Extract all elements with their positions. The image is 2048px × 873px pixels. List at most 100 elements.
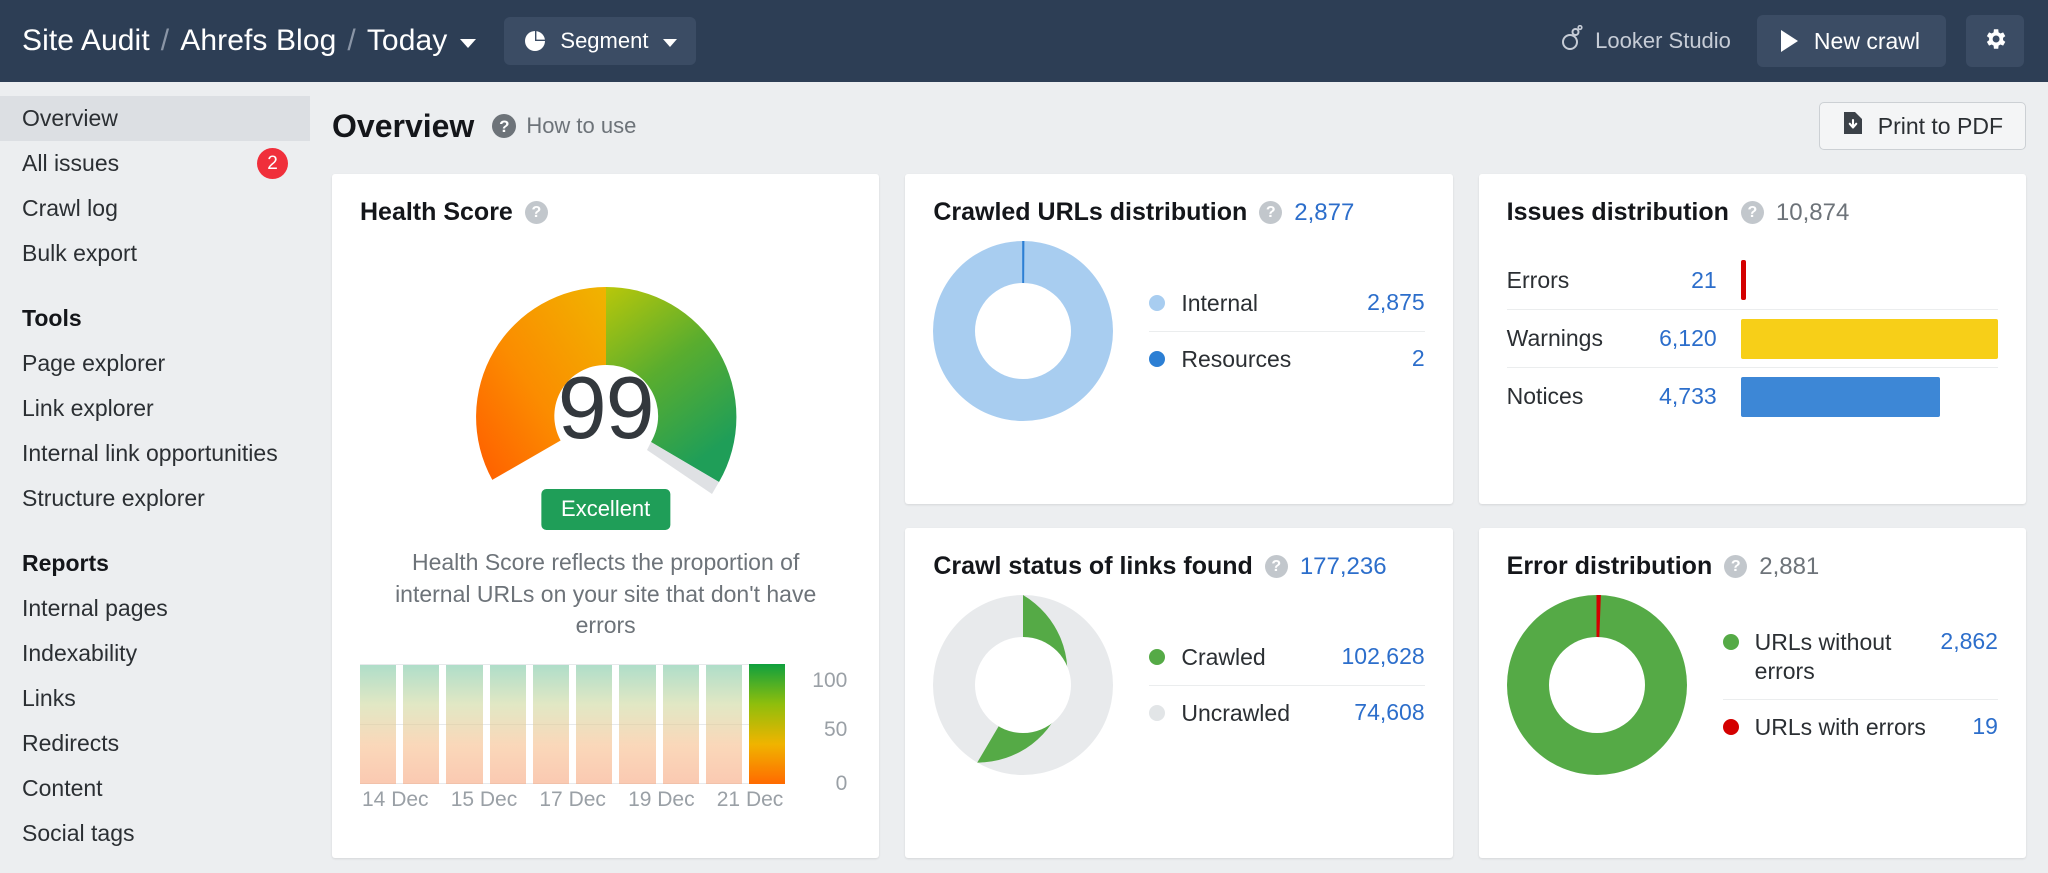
sidebar-item-indexability[interactable]: Indexability	[0, 631, 310, 676]
bar[interactable]	[360, 665, 396, 784]
error-distribution-donut	[1507, 595, 1687, 775]
bar[interactable]	[403, 665, 439, 784]
sidebar-item-redirects[interactable]: Redirects	[0, 721, 310, 766]
sidebar: Overview All issues 2 Crawl log Bulk exp…	[0, 82, 310, 873]
breadcrumb-site-audit[interactable]: Site Audit	[22, 24, 150, 58]
sidebar-item-label: Structure explorer	[22, 485, 205, 512]
sidebar-item-label: Redirects	[22, 730, 119, 757]
sidebar-item-label: Link explorer	[22, 395, 154, 422]
legend-color-dot	[1723, 634, 1739, 650]
question-mark-icon[interactable]: ?	[1265, 555, 1288, 578]
new-crawl-button[interactable]: New crawl	[1757, 15, 1946, 67]
legend-value: 74,608	[1354, 699, 1424, 726]
bar[interactable]	[706, 665, 742, 784]
sidebar-item-crawl-log[interactable]: Crawl log	[0, 186, 310, 231]
issues-table: Errors 21 Warnings 6,120 N	[1507, 251, 1998, 425]
table-row[interactable]: Notices 4,733	[1507, 367, 1998, 425]
crawl-status-donut	[933, 595, 1113, 775]
sidebar-item-internal-link-opportunities[interactable]: Internal link opportunities	[0, 431, 310, 476]
how-to-use-link[interactable]: ? How to use	[492, 113, 636, 139]
breadcrumb-date[interactable]: Today	[367, 24, 448, 58]
breadcrumb-project[interactable]: Ahrefs Blog	[180, 24, 336, 58]
card-total[interactable]: 2,877	[1294, 199, 1354, 227]
sidebar-item-label: Bulk export	[22, 240, 137, 267]
sidebar-item-content[interactable]: Content	[0, 766, 310, 811]
table-row[interactable]: Errors 21	[1507, 251, 1998, 309]
legend: Internal 2,875 Resources 2	[1149, 276, 1424, 387]
issue-label: Errors	[1507, 267, 1619, 294]
looker-studio-label: Looker Studio	[1595, 28, 1731, 54]
card-title: Error distribution	[1507, 552, 1713, 581]
sidebar-item-label: Internal link opportunities	[22, 440, 278, 467]
legend-item[interactable]: Uncrawled 74,608	[1149, 685, 1424, 741]
breadcrumb: Site Audit / Ahrefs Blog / Today	[22, 24, 476, 58]
sidebar-item-link-explorer[interactable]: Link explorer	[0, 386, 310, 431]
bar-highlighted[interactable]	[749, 664, 785, 784]
crawled-urls-donut	[933, 241, 1113, 421]
issue-bar-errors	[1741, 260, 1746, 300]
looker-studio-icon	[1561, 25, 1583, 57]
sidebar-item-label: Social tags	[22, 820, 135, 847]
card-header: Crawl status of links found ? 177,236	[933, 552, 1424, 581]
looker-studio-button[interactable]: Looker Studio	[1561, 25, 1737, 57]
card-total[interactable]: 177,236	[1300, 553, 1387, 581]
card-title: Health Score	[360, 198, 513, 227]
donut-chart-row: URLs without errors 2,862 URLs with erro…	[1507, 595, 1998, 775]
sidebar-item-social-tags[interactable]: Social tags	[0, 811, 310, 856]
sidebar-item-label: Page explorer	[22, 350, 165, 377]
x-tick-label: 19 Dec	[628, 788, 695, 812]
legend-item[interactable]: URLs with errors 19	[1723, 699, 1998, 755]
sidebar-item-page-explorer[interactable]: Page explorer	[0, 341, 310, 386]
segment-button[interactable]: Segment	[504, 17, 696, 65]
table-row[interactable]: Warnings 6,120	[1507, 309, 1998, 367]
card-error-distribution: Error distribution ? 2,881	[1479, 528, 2026, 858]
card-crawled-urls-distribution: Crawled URLs distribution ? 2,877	[905, 174, 1452, 504]
pie-chart-icon	[523, 29, 547, 53]
sidebar-section-tools: Tools	[0, 296, 310, 341]
print-to-pdf-button[interactable]: Print to PDF	[1819, 102, 2026, 150]
legend-color-dot	[1149, 351, 1165, 367]
page-title: Overview	[332, 108, 474, 145]
bar[interactable]	[576, 665, 612, 784]
card-title: Issues distribution	[1507, 198, 1729, 227]
health-score-history-chart: 100 50 0 14 Dec 15 Dec 17 Dec 19 Dec 21 …	[360, 664, 851, 812]
health-score-description: Health Score reflects the proportion of …	[360, 547, 851, 642]
sidebar-item-internal-pages[interactable]: Internal pages	[0, 586, 310, 631]
card-total: 2,881	[1759, 553, 1819, 581]
x-tick-label: 15 Dec	[451, 788, 518, 812]
settings-button[interactable]	[1966, 15, 2024, 67]
legend-item[interactable]: Resources 2	[1149, 331, 1424, 387]
bar[interactable]	[446, 665, 482, 784]
sidebar-item-all-issues[interactable]: All issues 2	[0, 141, 310, 186]
card-header: Crawled URLs distribution ? 2,877	[933, 198, 1424, 227]
question-mark-icon[interactable]: ?	[1741, 201, 1764, 224]
sidebar-item-bulk-export[interactable]: Bulk export	[0, 231, 310, 276]
health-score-value: 99	[396, 357, 816, 459]
sidebar-item-overview[interactable]: Overview	[0, 96, 310, 141]
question-mark-icon[interactable]: ?	[1724, 555, 1747, 578]
bar[interactable]	[490, 665, 526, 784]
legend-item[interactable]: Crawled 102,628	[1149, 630, 1424, 685]
question-mark-icon[interactable]: ?	[1259, 201, 1282, 224]
sidebar-item-structure-explorer[interactable]: Structure explorer	[0, 476, 310, 521]
bar[interactable]	[619, 665, 655, 784]
bar[interactable]	[663, 665, 699, 784]
sidebar-item-links[interactable]: Links	[0, 676, 310, 721]
chart-plot-area	[360, 664, 785, 784]
bar[interactable]	[533, 665, 569, 784]
health-score-gauge: 99 Excellent	[396, 247, 816, 525]
legend-item[interactable]: URLs without errors 2,862	[1723, 615, 1998, 699]
legend-item[interactable]: Internal 2,875	[1149, 276, 1424, 331]
legend-label: URLs with errors	[1755, 713, 1959, 742]
chevron-down-icon[interactable]	[460, 39, 476, 48]
health-score-rating-badge: Excellent	[541, 489, 670, 530]
donut-chart-row: Internal 2,875 Resources 2	[933, 241, 1424, 421]
issue-bar-track	[1741, 260, 1998, 300]
question-mark-icon[interactable]: ?	[525, 201, 548, 224]
segment-chevron-down-icon	[663, 39, 677, 47]
legend-value: 102,628	[1342, 643, 1425, 670]
issue-value: 4,733	[1619, 383, 1717, 410]
card-total: 10,874	[1776, 199, 1849, 227]
legend: Crawled 102,628 Uncrawled 74,608	[1149, 630, 1424, 741]
card-title: Crawled URLs distribution	[933, 198, 1247, 227]
